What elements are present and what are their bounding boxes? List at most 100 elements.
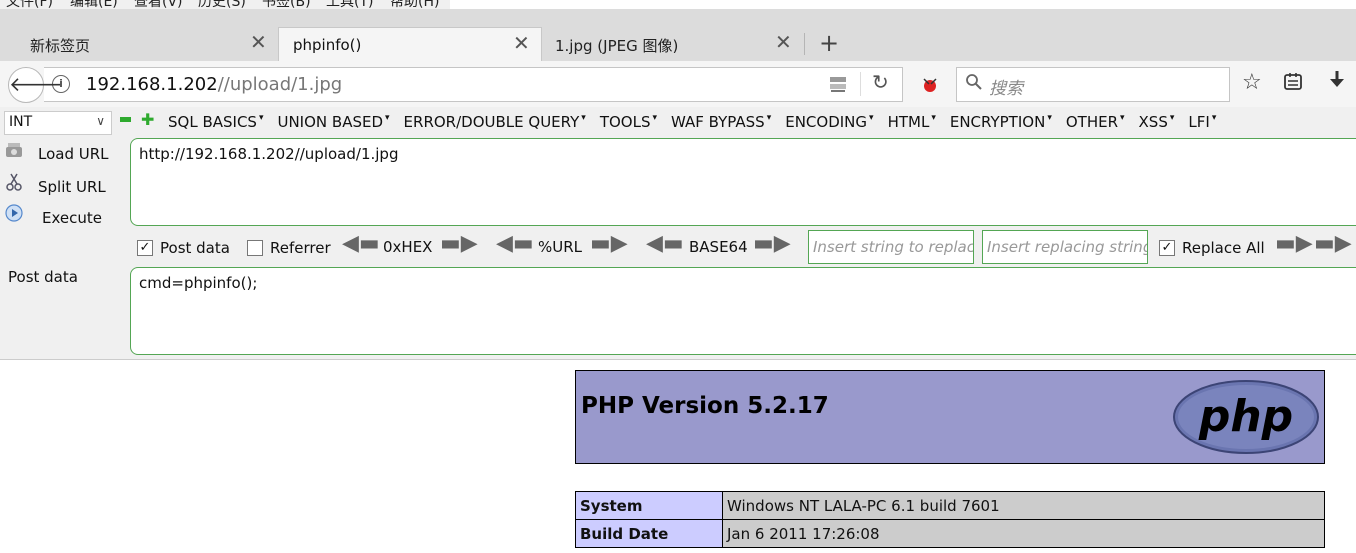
row-key: Build Date: [575, 519, 723, 548]
replace-all-checkbox[interactable]: ✓: [1159, 240, 1175, 256]
url-divider: [860, 72, 861, 96]
load-url-icon: [4, 141, 26, 163]
url-textarea[interactable]: http://192.168.1.202//upload/1.jpg: [130, 138, 1356, 226]
execute-button[interactable]: Execute: [4, 203, 102, 227]
replace-all-label: Replace All: [1182, 239, 1265, 257]
menu-union-based[interactable]: UNION BASED: [277, 113, 389, 131]
back-icon[interactable]: 🡐: [8, 67, 63, 103]
replace-back-arrow-icon[interactable]: ▬▶: [1314, 231, 1352, 256]
tab-label: 1.jpg (JPEG 图像): [555, 37, 679, 55]
execute-label: Execute: [42, 209, 102, 227]
row-key: System: [575, 491, 723, 520]
referrer-option-label: Referrer: [270, 239, 331, 257]
replace-from-input[interactable]: Insert string to replace: [808, 230, 974, 264]
new-tab-icon[interactable]: +: [816, 27, 842, 59]
play-icon: [4, 203, 26, 227]
chevron-down-icon: ∨: [96, 114, 105, 128]
menu-help[interactable]: 帮助(H): [390, 0, 439, 9]
url-bar[interactable]: i 192.168.1.202//upload/1.jpg ↻: [44, 67, 903, 102]
menu-bookmarks[interactable]: 书签(B): [262, 0, 311, 9]
phpinfo-table: System Windows NT LALA-PC 6.1 build 7601…: [575, 491, 1325, 548]
menu-sql-basics[interactable]: SQL BASICS: [168, 113, 263, 131]
menu-bar: 文件(F) 编辑(E) 查看(V) 历史(S) 书签(B) 工具(T) 帮助(H…: [0, 0, 450, 9]
post-data-label: Post data: [8, 268, 78, 286]
download-icon[interactable]: [1326, 69, 1348, 97]
hex-encode-arrow-icon[interactable]: ▬▶: [440, 231, 478, 256]
row-value: Windows NT LALA-PC 6.1 build 7601: [722, 491, 1325, 520]
tab-separator: [804, 33, 805, 55]
close-icon[interactable]: ✕: [775, 30, 792, 54]
tab-strip: 新标签页 ✕ phpinfo() ✕ 1.jpg (JPEG 图像) ✕ +: [0, 9, 1356, 62]
url-encode-label: %URL: [538, 238, 583, 256]
url-encode-arrow-icon[interactable]: ▬▶: [590, 231, 628, 256]
load-url-button[interactable]: Load URL: [4, 141, 109, 163]
row-value: Jan 6 2011 17:26:08: [722, 519, 1325, 548]
url-decode-arrow-icon[interactable]: ◀▬: [496, 231, 534, 256]
reload-icon[interactable]: ↻: [872, 70, 889, 94]
menu-lfi[interactable]: LFI: [1188, 113, 1216, 131]
url-text[interactable]: 192.168.1.202//upload/1.jpg: [86, 74, 342, 95]
plus-icon[interactable]: ✚: [141, 110, 154, 129]
menu-history[interactable]: 历史(S): [198, 0, 246, 9]
url-host: 192.168.1.202: [86, 74, 218, 95]
menu-other[interactable]: OTHER: [1066, 113, 1125, 131]
base64-label: BASE64: [689, 238, 748, 256]
split-url-button[interactable]: Split URL: [4, 172, 106, 196]
replace-arrow-icon[interactable]: ▬▶: [1275, 231, 1313, 256]
menu-encryption[interactable]: ENCRYPTION: [950, 113, 1052, 131]
split-url-label: Split URL: [38, 178, 106, 196]
tab-new-tab[interactable]: 新标签页 ✕: [0, 27, 278, 61]
search-icon: [965, 73, 983, 96]
scissors-icon: [4, 172, 26, 196]
search-bar[interactable]: 搜索: [956, 67, 1230, 102]
php-logo[interactable]: php: [1172, 379, 1320, 455]
library-icon[interactable]: [1283, 71, 1303, 96]
post-data-checkbox[interactable]: ✓: [137, 240, 153, 256]
post-data-textarea[interactable]: cmd=phpinfo();: [130, 267, 1356, 355]
int-select[interactable]: INT ∨: [4, 111, 112, 135]
int-select-value: INT: [9, 114, 33, 130]
menu-tools[interactable]: TOOLS: [600, 113, 657, 131]
table-row: Build Date Jan 6 2011 17:26:08: [575, 519, 1325, 548]
page-title: PHP Version 5.2.17: [581, 393, 829, 419]
base64-encode-arrow-icon[interactable]: ▬▶: [753, 231, 791, 256]
php-header: PHP Version 5.2.17 php: [575, 370, 1325, 464]
post-data-value: cmd=phpinfo();: [139, 274, 258, 292]
referrer-checkbox[interactable]: [247, 240, 263, 256]
hackbar-menu: SQL BASICS UNION BASED ERROR/DOUBLE QUERY T…: [168, 113, 1230, 131]
menu-waf-bypass[interactable]: WAF BYPASS: [671, 113, 771, 131]
load-url-label: Load URL: [38, 145, 109, 163]
tab-phpinfo[interactable]: phpinfo() ✕: [278, 27, 542, 62]
replace-to-placeholder: Insert replacing string: [987, 238, 1148, 256]
hex-label: 0xHEX: [383, 238, 433, 256]
menu-xss[interactable]: XSS: [1139, 113, 1175, 131]
tab-label: phpinfo(): [293, 36, 362, 54]
url-path: //upload/1.jpg: [217, 74, 343, 95]
menu-tools[interactable]: 工具(T): [326, 0, 373, 9]
url-textarea-value: http://192.168.1.202//upload/1.jpg: [139, 145, 399, 163]
hex-decode-arrow-icon[interactable]: ◀▬: [342, 231, 380, 256]
tab-label: 新标签页: [30, 37, 91, 55]
minus-icon[interactable]: [120, 117, 131, 122]
menu-error-double-query[interactable]: ERROR/DOUBLE QUERY: [404, 113, 586, 131]
base64-decode-arrow-icon[interactable]: ◀▬: [646, 231, 684, 256]
close-icon[interactable]: ✕: [513, 31, 530, 55]
bookmark-star-icon[interactable]: ☆: [1242, 70, 1262, 95]
menu-encoding[interactable]: ENCODING: [785, 113, 873, 131]
menu-view[interactable]: 查看(V): [134, 0, 183, 9]
replace-to-input[interactable]: Insert replacing string: [982, 230, 1148, 264]
page-storage-icon[interactable]: [828, 74, 848, 94]
search-input[interactable]: 搜索: [989, 74, 1023, 99]
php-logo-text: php: [1198, 391, 1293, 442]
nav-bar: i 192.168.1.202//upload/1.jpg ↻ 🡐 搜索: [0, 61, 1356, 108]
table-row: System Windows NT LALA-PC 6.1 build 7601: [575, 491, 1325, 520]
close-icon[interactable]: ✕: [250, 30, 267, 54]
tab-1jpg[interactable]: 1.jpg (JPEG 图像) ✕: [541, 27, 803, 61]
hackbar-panel: INT ∨ ✚ SQL BASICS UNION BASED ERROR/DOUBL…: [0, 107, 1356, 360]
menu-file[interactable]: 文件(F): [6, 0, 53, 9]
menu-edit[interactable]: 编辑(E): [70, 0, 118, 9]
post-data-option-label: Post data: [160, 239, 230, 257]
menu-html[interactable]: HTML: [888, 113, 936, 131]
extension-icon[interactable]: [920, 75, 940, 100]
replace-from-placeholder: Insert string to replace: [813, 238, 974, 256]
